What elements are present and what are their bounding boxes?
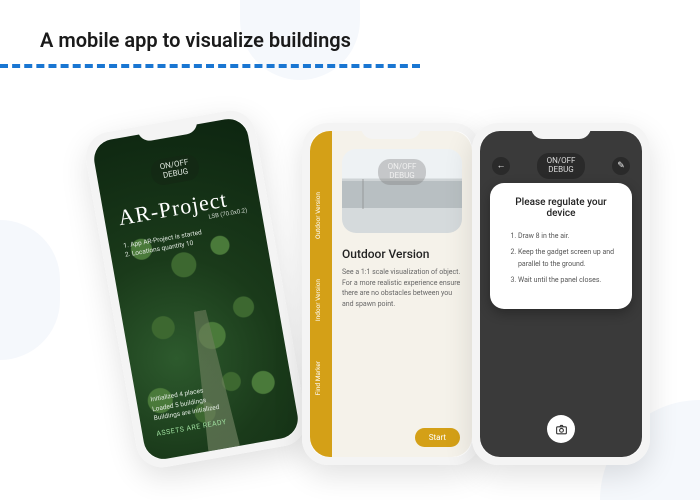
back-button[interactable]: ← [492,157,510,175]
debug-toggle-pill[interactable]: ON/OFF DEBUG [537,153,586,179]
sidebar-item-indoor[interactable]: Indoor Version [310,279,332,321]
phone-notch [361,123,421,139]
phone-mock-calibrate: ← ON/OFF DEBUG ✎ Please regulate your de… [472,123,650,465]
pencil-icon: ✎ [617,161,625,171]
debug-pill-line2: DEBUG [548,165,573,174]
mode-sidebar: Outdoor Version Indoor Version Find Mark… [310,131,332,457]
camera-icon [555,423,568,436]
divider [0,64,420,68]
debug-toggle-pill[interactable]: ON/OFF DEBUG [378,159,427,185]
arrow-left-icon: ← [497,160,506,171]
phone-notch [531,123,591,139]
page-title: A mobile app to visualize buildings [40,28,351,52]
instruction-item: Draw 8 in the air. [518,231,618,243]
instruction-card: Please regulate your device Draw 8 in th… [490,183,632,309]
debug-toggle-pill[interactable]: ON/OFF DEBUG [149,153,202,187]
debug-pill-line1: ON/OFF [388,162,417,171]
start-button[interactable]: Start [415,428,460,447]
section-title: Outdoor Version [342,247,462,261]
building-render-image: ON/OFF DEBUG [342,149,462,233]
instruction-item: Wait until the panel closes. [518,275,618,287]
debug-pill-line1: ON/OFF [547,156,576,165]
card-title: Please regulate your device [504,197,618,219]
camera-button[interactable] [547,415,575,443]
phone-mock-ar-splash: ON/OFF DEBUG AR-Project LSB (70.0x0.2) 1… [82,107,310,472]
edit-button[interactable]: ✎ [612,157,630,175]
instruction-item: Keep the gadget screen up and parallel t… [518,247,618,271]
debug-pill-line2: DEBUG [389,171,414,180]
phone-mock-outdoor: Outdoor Version Indoor Version Find Mark… [302,123,480,465]
sidebar-item-find-marker[interactable]: Find Marker [310,361,332,395]
section-description: See a 1:1 scale visualization of object.… [342,267,462,309]
sidebar-item-outdoor[interactable]: Outdoor Version [310,192,332,239]
